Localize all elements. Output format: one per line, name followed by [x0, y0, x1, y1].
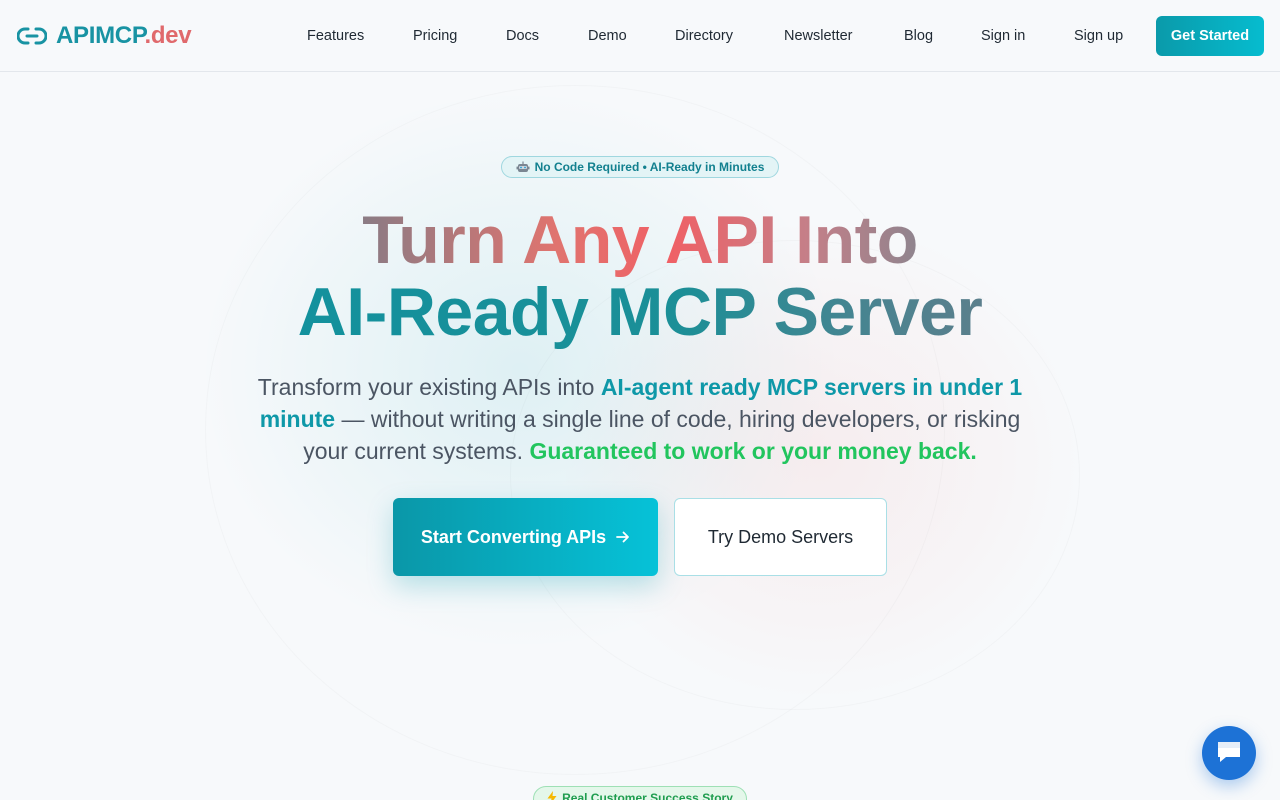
hero-badge-text: No Code Required • AI-Ready in Minutes	[534, 160, 765, 174]
chat-widget-button[interactable]	[1202, 726, 1256, 780]
nav-sign-up[interactable]: Sign up	[1074, 26, 1123, 46]
nav-directory[interactable]: Directory	[675, 26, 733, 46]
site-header: APIMCP.dev Features Pricing Docs Demo Di…	[0, 0, 1280, 72]
arrow-right-icon	[616, 527, 630, 548]
success-story-badge-text: Real Customer Success Story	[562, 791, 733, 800]
nav-docs[interactable]: Docs	[506, 26, 539, 46]
nav-features[interactable]: Features	[307, 26, 364, 46]
brand-name: APIMCP.dev	[56, 22, 192, 49]
nav-newsletter[interactable]: Newsletter	[784, 26, 853, 46]
brand-logo[interactable]: APIMCP.dev	[16, 22, 192, 50]
start-converting-label: Start Converting APIs	[420, 526, 607, 547]
robot-icon	[516, 161, 530, 174]
success-story-badge: Real Customer Success Story	[533, 786, 747, 800]
get-started-button[interactable]: Get Started	[1156, 16, 1264, 56]
subtitle-highlight-guarantee: Guaranteed to work or your money back.	[529, 438, 977, 464]
nav-pricing[interactable]: Pricing	[413, 26, 457, 46]
hero-badge: No Code Required • AI-Ready in Minutes	[501, 156, 779, 178]
lightning-icon	[547, 791, 557, 800]
try-demo-button[interactable]: Try Demo Servers	[674, 498, 887, 576]
hero-subtitle: Transform your existing APIs into AI-age…	[257, 374, 1023, 464]
nav-demo[interactable]: Demo	[588, 26, 627, 46]
hero-title-line-1: Turn Any API Into	[362, 202, 918, 278]
link-icon	[16, 22, 48, 50]
landing-page: APIMCP.dev Features Pricing Docs Demo Di…	[0, 0, 1280, 800]
nav-blog[interactable]: Blog	[904, 26, 933, 46]
hero-title-line-2: AI-Ready MCP Server	[297, 274, 983, 350]
nav-sign-in[interactable]: Sign in	[981, 26, 1025, 46]
start-converting-button[interactable]: Start Converting APIs	[393, 498, 658, 576]
chat-icon	[1215, 739, 1243, 768]
